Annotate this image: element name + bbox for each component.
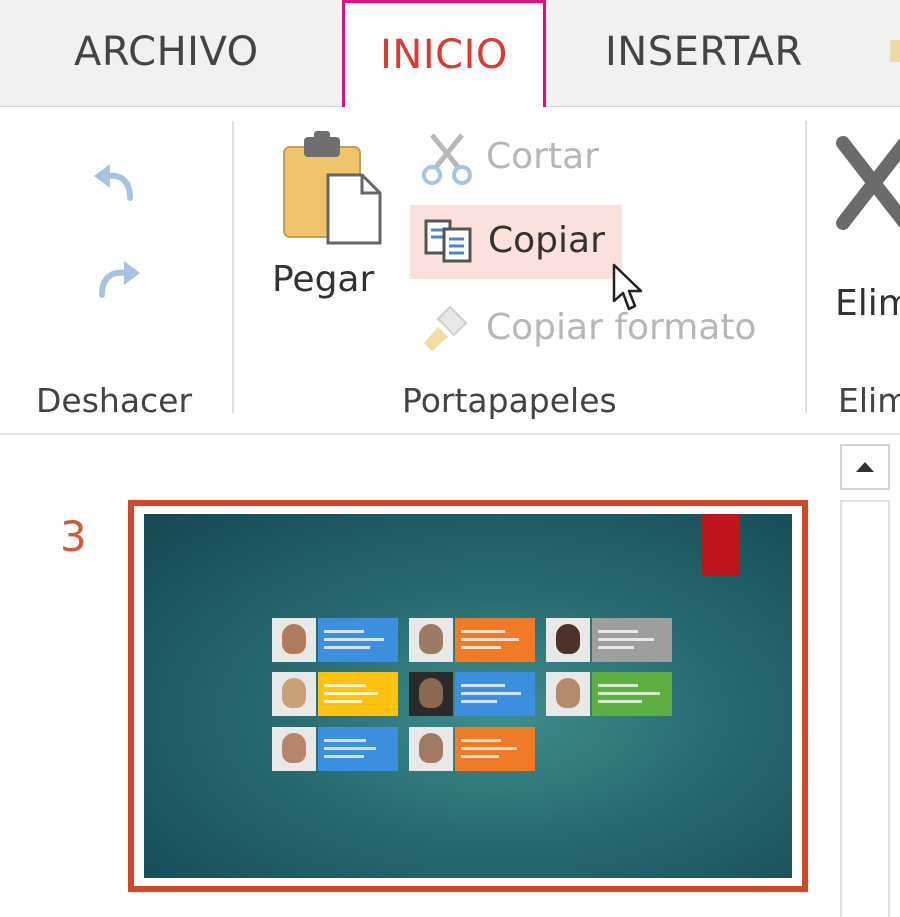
profile-card xyxy=(409,618,535,662)
delete-label: Elim xyxy=(835,283,900,324)
undo-button[interactable] xyxy=(86,158,148,214)
profile-card xyxy=(272,618,398,662)
copy-button[interactable]: Copiar xyxy=(410,205,622,279)
group-separator xyxy=(805,121,807,413)
clipboard-paste-icon xyxy=(283,131,382,245)
format-painter-label: Copiar formato xyxy=(486,307,757,348)
profile-card xyxy=(546,672,672,716)
redo-icon xyxy=(99,261,140,298)
mouse-cursor-icon xyxy=(612,263,643,311)
profile-card xyxy=(409,672,535,716)
slide-preview xyxy=(144,514,792,878)
paste-label: Pegar xyxy=(272,259,375,300)
format-painter-button[interactable]: Copiar formato xyxy=(420,299,780,359)
cut-button[interactable]: Cortar xyxy=(420,131,620,187)
slide-thumbnail[interactable] xyxy=(128,500,808,892)
tab-archivo[interactable]: ARCHIVO xyxy=(74,0,259,106)
vertical-scrollbar[interactable] xyxy=(840,500,890,917)
profile-card xyxy=(272,672,398,716)
copy-icon xyxy=(424,219,472,263)
group-label-deshacer: Deshacer xyxy=(36,381,193,420)
paste-button[interactable]: Pegar xyxy=(270,127,390,317)
slide-red-tag xyxy=(702,514,740,576)
undo-icon xyxy=(94,164,133,201)
group-separator xyxy=(232,121,234,413)
group-label-portapapeles: Portapapeles xyxy=(402,381,617,420)
scissors-icon xyxy=(422,133,472,185)
ribbon: Deshacer Pegar Cortar Copiar Copiar form… xyxy=(0,107,900,435)
redo-button[interactable] xyxy=(86,255,148,311)
delete-button[interactable]: Elim xyxy=(835,133,900,333)
ribbon-tab-bar: ARCHIVO INICIO INSERTAR xyxy=(0,0,900,108)
scroll-up-arrow-icon xyxy=(856,462,874,472)
format-painter-icon xyxy=(424,305,468,351)
scroll-up-button[interactable] xyxy=(840,444,890,490)
group-label-eliminar: Elim xyxy=(838,381,900,420)
tab-inicio[interactable]: INICIO xyxy=(342,0,546,108)
tab-partial xyxy=(890,40,900,62)
slide-number: 3 xyxy=(60,512,87,561)
delete-x-icon xyxy=(836,136,900,230)
cut-label: Cortar xyxy=(486,136,599,177)
profile-card xyxy=(546,618,672,662)
copy-label: Copiar xyxy=(488,220,605,261)
profile-card xyxy=(409,727,535,771)
tab-insertar[interactable]: INSERTAR xyxy=(605,0,803,106)
profile-card xyxy=(272,727,398,771)
